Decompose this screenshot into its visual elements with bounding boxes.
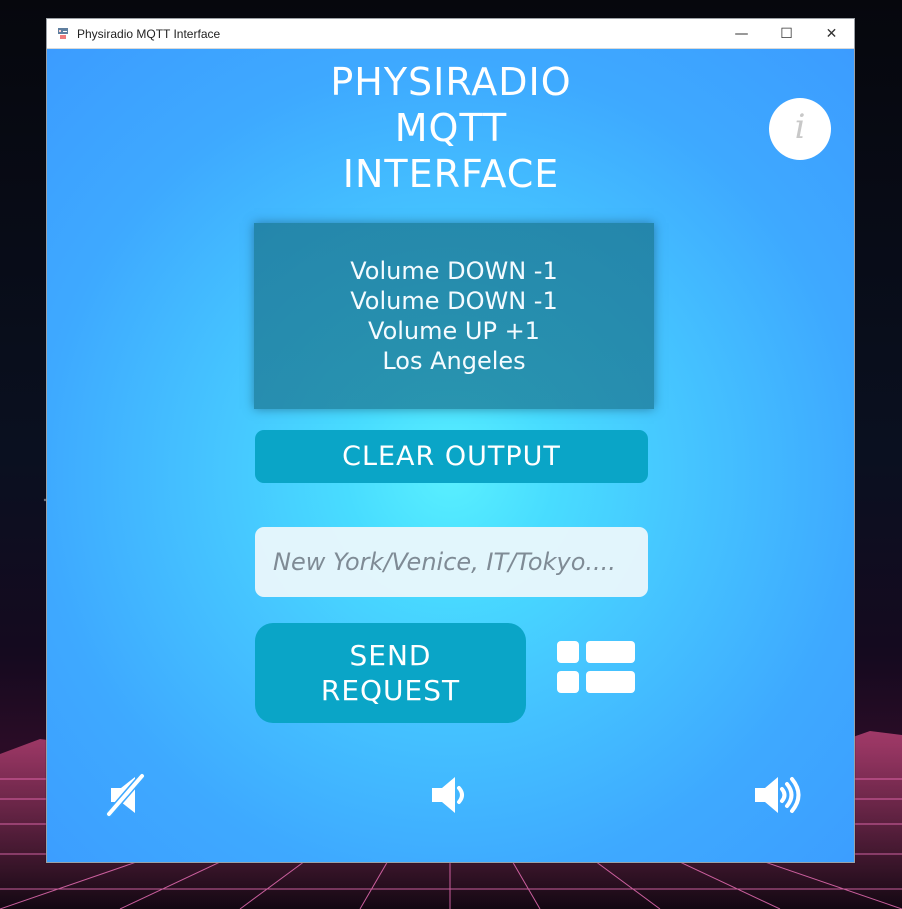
app-icon: [55, 26, 71, 42]
maximize-button[interactable]: ☐: [764, 19, 809, 48]
main-content: PHYSIRADIO MQTT INTERFACE i Volume DOWN …: [47, 49, 854, 862]
maximize-icon: ☐: [780, 25, 793, 42]
title-line-1: PHYSIRADIO: [330, 60, 572, 104]
title-line-3: INTERFACE: [342, 152, 560, 196]
window-controls: — ☐ ✕: [719, 19, 854, 48]
output-panel: Volume DOWN -1 Volume DOWN -1 Volume UP …: [254, 223, 654, 409]
title-bar[interactable]: Physiradio MQTT Interface — ☐ ✕: [47, 19, 854, 49]
title-line-2: MQTT: [394, 106, 508, 150]
close-button[interactable]: ✕: [809, 19, 854, 48]
clear-output-button[interactable]: CLEAR OUTPUT: [255, 430, 648, 483]
send-request-button[interactable]: SEND REQUEST: [255, 623, 526, 723]
list-view-button[interactable]: [557, 641, 637, 693]
volume-up-button[interactable]: [750, 767, 810, 823]
clear-output-label: CLEAR OUTPUT: [342, 441, 561, 472]
output-log: Volume DOWN -1 Volume DOWN -1 Volume UP …: [350, 256, 558, 376]
minimize-icon: —: [734, 25, 749, 42]
output-line: Volume DOWN -1: [350, 257, 558, 285]
volume-up-icon: [755, 777, 801, 813]
close-icon: ✕: [825, 25, 838, 42]
send-request-label: SEND REQUEST: [321, 638, 460, 708]
volume-down-button[interactable]: [427, 767, 469, 823]
minimize-button[interactable]: —: [719, 19, 764, 48]
page-title: PHYSIRADIO MQTT INTERFACE: [251, 59, 651, 197]
mute-icon: [105, 772, 146, 818]
output-line: Volume UP +1: [368, 317, 540, 345]
list-icon: [557, 641, 635, 693]
output-line: Los Angeles: [382, 347, 526, 375]
volume-down-icon: [432, 777, 464, 813]
output-line: Volume DOWN -1: [350, 287, 558, 315]
mute-button[interactable]: [102, 767, 152, 823]
svg-text:i: i: [795, 110, 806, 144]
send-label-line-2: REQUEST: [320, 674, 461, 707]
send-label-line-1: SEND: [349, 639, 432, 672]
info-button[interactable]: i: [769, 98, 831, 160]
info-icon: i: [787, 107, 813, 148]
app-window: Physiradio MQTT Interface — ☐ ✕ PHYSIRAD…: [46, 18, 855, 863]
city-input[interactable]: [255, 527, 648, 597]
window-title: Physiradio MQTT Interface: [77, 26, 221, 41]
